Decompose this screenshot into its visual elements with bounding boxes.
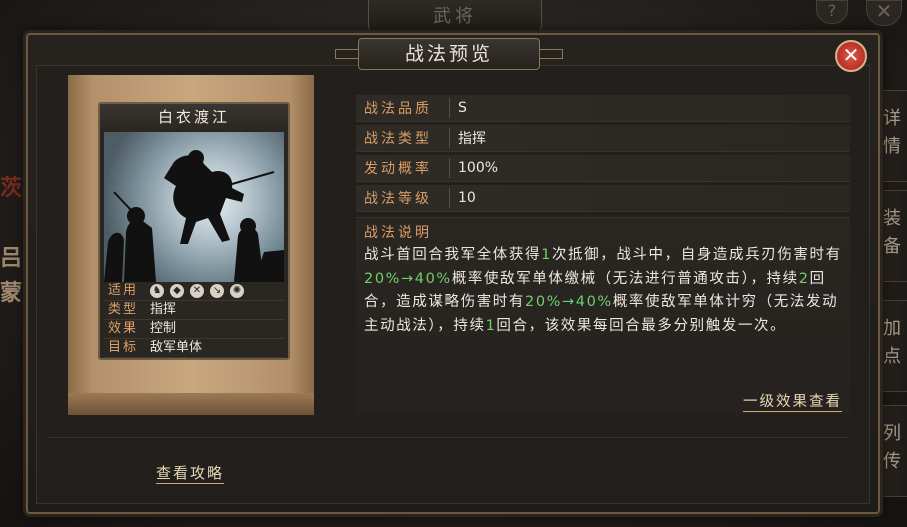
info-label: 战法品质 xyxy=(356,98,450,118)
background-title: 武将 xyxy=(368,0,542,35)
troop-type-icons: ♞ ◆ ✕ ↘ ✺ xyxy=(142,282,244,300)
tactic-name: 白衣渡江 xyxy=(100,104,288,131)
attribute-value: 指挥 xyxy=(150,302,177,317)
attribute-row: 类型 指挥 xyxy=(104,301,284,320)
highlight-value: 1 xyxy=(485,317,497,334)
info-row-type: 战法类型 指挥 xyxy=(356,125,850,152)
tactic-artwork xyxy=(104,132,284,282)
scroll-roller xyxy=(68,393,314,415)
highlight-value: 20%→40% xyxy=(364,270,452,287)
close-button[interactable]: ✕ xyxy=(835,40,867,72)
attribute-value: 控制 xyxy=(150,321,177,336)
description-segment: 次抵御，战斗中，自身造成兵刃伤害时有 xyxy=(551,247,842,263)
background-char: 吕 xyxy=(0,246,23,271)
description-text: 战斗首回合我军全体获得1次抵御，战斗中，自身造成兵刃伤害时有20%→40%概率使… xyxy=(364,244,846,338)
tactic-attributes: 适用 ♞ ◆ ✕ ↘ ✺ 类型 指挥 效果 控制 目标 敌军单体 xyxy=(104,282,284,358)
info-value: 10 xyxy=(458,190,476,206)
attribute-label: 类型 xyxy=(107,302,138,317)
info-row-level: 战法等级 10 xyxy=(356,185,850,212)
tactic-preview-dialog: 战法预览 ✕ 白衣渡江 适用 ♞ ◆ ✕ ↘ ✺ 类型 指挥 效果 控制 目标 … xyxy=(26,33,880,514)
attribute-value: 敌军单体 xyxy=(150,340,203,355)
info-row-quality: 战法品质 S xyxy=(356,95,850,122)
attribute-row: 效果 控制 xyxy=(104,320,284,339)
shield-icon: ◆ xyxy=(170,284,184,298)
attribute-row: 适用 ♞ ◆ ✕ ↘ ✺ xyxy=(104,282,284,301)
info-label: 发动概率 xyxy=(356,158,450,178)
highlight-value: 1 xyxy=(541,247,552,263)
dialog-title: 战法预览 xyxy=(335,38,563,70)
bow-icon: ✕ xyxy=(190,284,204,298)
info-row-probability: 发动概率 100% xyxy=(356,155,850,182)
divider xyxy=(48,437,848,438)
info-label: 战法等级 xyxy=(356,188,450,208)
attribute-row: 目标 敌军单体 xyxy=(104,339,284,358)
tactic-card: 白衣渡江 适用 ♞ ◆ ✕ ↘ ✺ 类型 指挥 效果 控制 目标 敌军单体 xyxy=(98,102,290,360)
cavalry-silhouette-image xyxy=(104,150,284,282)
siege-icon: ✺ xyxy=(230,284,244,298)
info-value: 100% xyxy=(458,160,499,176)
attribute-label: 适用 xyxy=(107,283,138,298)
tactic-info-table: 战法品质 S 战法类型 指挥 发动概率 100% 战法等级 10 xyxy=(356,95,850,215)
cavalry-icon: ♞ xyxy=(150,284,164,298)
description-title: 战法说明 xyxy=(364,225,432,241)
background-char: 茨 xyxy=(0,176,23,201)
spear-icon: ↘ xyxy=(210,284,224,298)
attribute-label: 目标 xyxy=(107,340,138,355)
highlight-value: 20%→40% xyxy=(525,294,613,310)
attribute-label: 效果 xyxy=(107,321,138,336)
tactic-scroll: 白衣渡江 适用 ♞ ◆ ✕ ↘ ✺ 类型 指挥 效果 控制 目标 敌军单体 xyxy=(68,75,314,415)
description-segment: 回合，该效果每回合最多分别触发一次。 xyxy=(496,317,787,334)
view-guide-link[interactable]: 查看攻略 xyxy=(156,462,225,484)
level-one-effect-link[interactable]: 一级效果查看 xyxy=(743,390,842,412)
info-value: S xyxy=(458,100,467,116)
background-char: 蒙 xyxy=(0,281,23,306)
info-value: 指挥 xyxy=(458,131,486,147)
highlight-value: 2 xyxy=(798,270,810,287)
description-segment: 战斗首回合我军全体获得 xyxy=(364,247,542,263)
info-label: 战法类型 xyxy=(356,128,450,148)
description-segment: 概率使敌军单体缴械（无法进行普通攻击），持续 xyxy=(451,270,799,287)
tactic-description-panel: 战法说明 战斗首回合我军全体获得1次抵御，战斗中，自身造成兵刃伤害时有20%→4… xyxy=(356,217,850,414)
